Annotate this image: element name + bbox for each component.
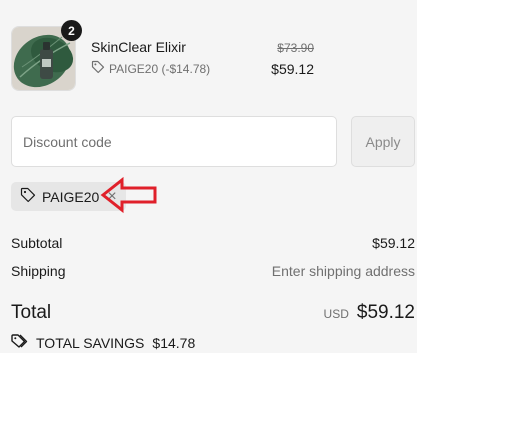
shipping-value: Enter shipping address bbox=[271, 263, 415, 279]
order-summary-panel: 2 SkinClear Elixir PAIGE20 (-$14.78) $73… bbox=[0, 0, 417, 353]
subtotal-label: Subtotal bbox=[11, 235, 63, 251]
shipping-row: Shipping Enter shipping address bbox=[11, 263, 415, 279]
currency-code: USD bbox=[323, 307, 349, 321]
total-savings-value: $14.78 bbox=[152, 335, 196, 351]
quantity-badge: 2 bbox=[61, 20, 82, 41]
total-value: $59.12 bbox=[356, 302, 415, 323]
total-amount-group: USD $59.12 bbox=[324, 302, 415, 324]
product-discount-label: PAIGE20 (-$14.78) bbox=[109, 61, 211, 76]
product-price-original: $73.90 bbox=[277, 41, 314, 55]
total-label: Total bbox=[11, 302, 52, 323]
shipping-label: Shipping bbox=[11, 263, 66, 279]
total-savings-label: TOTAL SAVINGS bbox=[36, 335, 145, 351]
discount-code-input[interactable] bbox=[11, 116, 337, 167]
apply-discount-button[interactable]: Apply bbox=[351, 116, 415, 167]
subtotal-row: Subtotal $59.12 bbox=[11, 235, 415, 251]
product-thumbnail-wrapper: 2 bbox=[11, 20, 82, 91]
tag-icon bbox=[11, 334, 28, 352]
subtotal-value: $59.12 bbox=[372, 235, 415, 251]
tag-icon bbox=[20, 187, 36, 206]
product-discount-line: PAIGE20 (-$14.78) bbox=[91, 60, 210, 77]
product-price-discounted: $59.12 bbox=[271, 61, 314, 77]
applied-discount-code: PAIGE20 bbox=[42, 188, 100, 205]
tag-icon bbox=[91, 60, 105, 77]
product-name: SkinClear Elixir bbox=[91, 39, 186, 55]
annotation-arrow-icon bbox=[100, 176, 157, 214]
total-savings: TOTAL SAVINGS $14.78 bbox=[11, 334, 195, 352]
total-row: Total USD $59.12 bbox=[11, 302, 415, 324]
